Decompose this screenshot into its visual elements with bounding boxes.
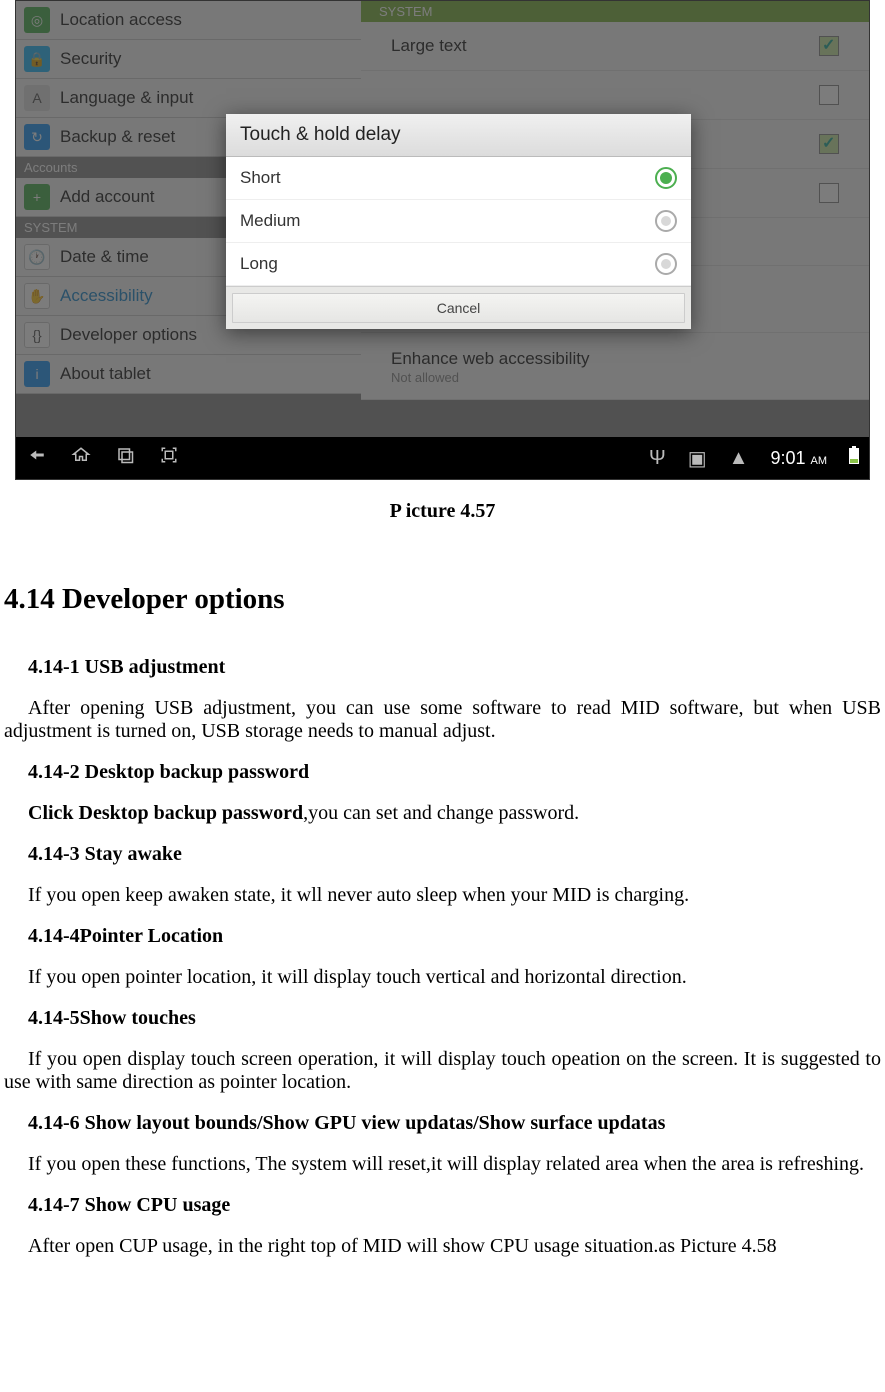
warning-icon: ▲	[729, 447, 749, 470]
option-medium[interactable]: Medium	[226, 200, 691, 243]
usb-icon: Ψ	[649, 447, 666, 470]
dialog-footer: Cancel	[226, 286, 691, 329]
android-statusbar: Ψ ▣ ▲ 9:01 AM	[16, 437, 869, 479]
radio-icon[interactable]	[655, 210, 677, 232]
radio-icon[interactable]	[655, 253, 677, 275]
option-long[interactable]: Long	[226, 243, 691, 286]
sub-heading: 4.14-7 Show CPU usage	[28, 1194, 881, 1217]
radio-icon[interactable]	[655, 167, 677, 189]
paragraph: After open CUP usage, in the right top o…	[28, 1235, 881, 1258]
home-icon[interactable]	[70, 446, 92, 470]
document-body: 4.14-1 USB adjustment After opening USB …	[0, 656, 885, 1296]
sub-heading: 4.14-6 Show layout bounds/Show GPU view …	[28, 1112, 881, 1135]
option-label: Long	[240, 254, 278, 274]
bold-text: Click Desktop backup password	[28, 802, 303, 824]
statusbar-left	[26, 446, 180, 470]
cancel-button[interactable]: Cancel	[232, 293, 685, 323]
paragraph: After opening USB adjustment, you can us…	[4, 697, 881, 743]
paragraph: If you open these functions, The system …	[4, 1153, 881, 1176]
paragraph: If you open keep awaken state, it wll ne…	[28, 884, 881, 907]
touch-hold-dialog: Touch & hold delay Short Medium Long Can…	[226, 114, 691, 329]
recent-icon[interactable]	[114, 446, 136, 470]
sub-heading: 4.14-3 Stay awake	[28, 843, 881, 866]
sub-heading: 4.14-4Pointer Location	[28, 925, 881, 948]
dialog-title: Touch & hold delay	[226, 114, 691, 157]
sub-heading: 4.14-5Show touches	[28, 1007, 881, 1030]
statusbar-right: Ψ ▣ ▲ 9:01 AM	[649, 446, 859, 471]
paragraph: Click Desktop backup password,you can se…	[28, 802, 881, 825]
clock: 9:01 AM	[770, 448, 827, 469]
sub-heading: 4.14-1 USB adjustment	[28, 656, 881, 679]
option-label: Short	[240, 168, 281, 188]
back-icon[interactable]	[26, 446, 48, 470]
paragraph: If you open pointer location, it will di…	[28, 966, 881, 989]
battery-icon	[849, 446, 859, 470]
sub-heading: 4.14-2 Desktop backup password	[28, 761, 881, 784]
paragraph: If you open display touch screen operati…	[4, 1048, 881, 1094]
section-heading: 4.14 Developer options	[0, 583, 885, 616]
figure-caption: P icture 4.57	[0, 500, 885, 523]
option-short[interactable]: Short	[226, 157, 691, 200]
android-screenshot: ◎Location access 🔒Security ALanguage & i…	[15, 0, 870, 480]
screenshot-icon[interactable]	[158, 446, 180, 470]
text: ,you can set and change password.	[303, 802, 579, 824]
option-label: Medium	[240, 211, 300, 231]
image-icon: ▣	[688, 446, 707, 471]
